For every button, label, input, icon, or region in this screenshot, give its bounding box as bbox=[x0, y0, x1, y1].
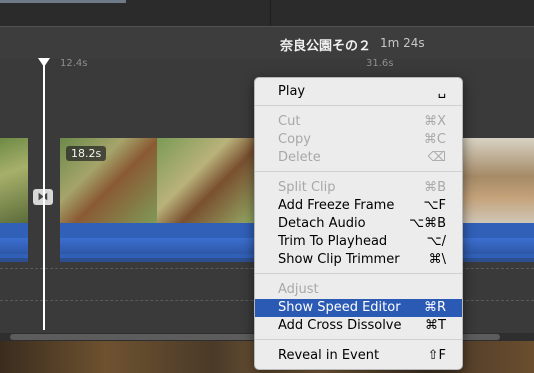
event-thumbnail-edge[interactable] bbox=[0, 0, 126, 3]
menu-item-adjust[interactable]: Adjust bbox=[255, 281, 462, 299]
timeline-header: 奈良公園その２ 1m 24s bbox=[0, 26, 534, 59]
ruler-tick-label: 12.4s bbox=[60, 58, 88, 69]
audio-level bbox=[60, 238, 254, 254]
menu-item-reveal-in-event[interactable]: Reveal in Event ⇧F bbox=[255, 347, 462, 365]
audio-level bbox=[460, 238, 534, 254]
clip-filmstrip bbox=[0, 138, 28, 223]
project-duration: 1m 24s bbox=[380, 36, 425, 50]
browser-divider bbox=[270, 0, 271, 26]
menu-item-delete[interactable]: Delete ⌫ bbox=[255, 149, 462, 167]
video-clip[interactable] bbox=[460, 138, 534, 262]
menu-item-detach-audio[interactable]: Detach Audio ⌥⌘B bbox=[255, 215, 462, 233]
menu-item-copy[interactable]: Copy ⌘C bbox=[255, 131, 462, 149]
menu-separator bbox=[255, 171, 462, 172]
menu-item-add-cross-dissolve[interactable]: Add Cross Dissolve ⌘T bbox=[255, 317, 462, 335]
clip-duration-badge: 18.2s bbox=[66, 146, 107, 161]
menu-item-add-freeze-frame[interactable]: Add Freeze Frame ⌥F bbox=[255, 197, 462, 215]
menu-item-split-clip[interactable]: Split Clip ⌘B bbox=[255, 179, 462, 197]
ruler-tick-label: 31.6s bbox=[366, 58, 394, 69]
menu-item-show-speed-editor[interactable]: Show Speed Editor ⌘R bbox=[255, 299, 462, 317]
clip-filmstrip bbox=[460, 138, 534, 223]
audio-level bbox=[0, 238, 28, 254]
menu-item-trim-to-playhead[interactable]: Trim To Playhead ⌥/ bbox=[255, 233, 462, 251]
playhead[interactable] bbox=[43, 62, 45, 330]
video-clip[interactable] bbox=[0, 138, 28, 262]
menu-item-show-clip-trimmer[interactable]: Show Clip Trimmer ⌘\ bbox=[255, 251, 462, 269]
menu-separator bbox=[255, 105, 462, 106]
menu-item-cut[interactable]: Cut ⌘X bbox=[255, 113, 462, 131]
menu-separator bbox=[255, 339, 462, 340]
menu-separator bbox=[255, 273, 462, 274]
context-menu: Play ␣ Cut ⌘X Copy ⌘C Delete ⌫ Split Cli… bbox=[254, 77, 463, 370]
menu-item-play[interactable]: Play ␣ bbox=[255, 83, 462, 101]
delete-key-icon: ⌫ bbox=[427, 150, 446, 165]
time-ruler[interactable]: 12.4s 31.6s bbox=[0, 58, 534, 72]
event-browser-strip bbox=[0, 0, 534, 26]
project-title: 奈良公園その２ bbox=[280, 39, 372, 54]
